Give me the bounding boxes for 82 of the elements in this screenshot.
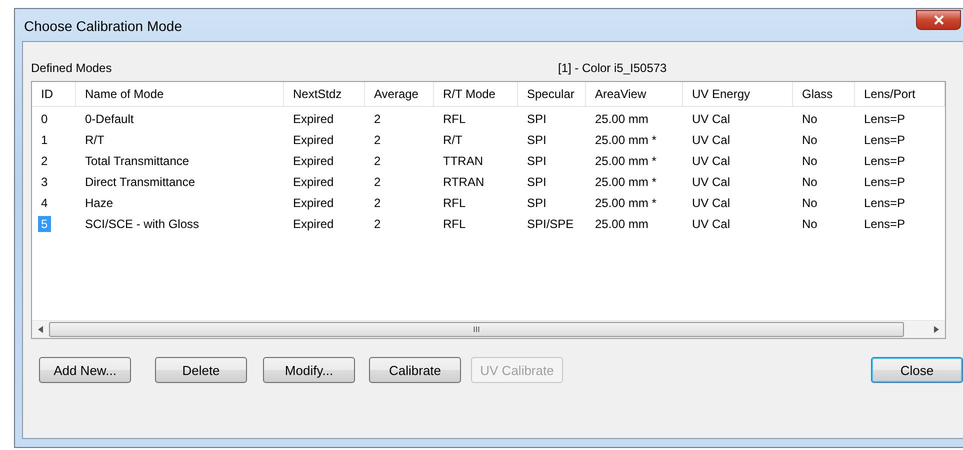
table-cell: UV Cal xyxy=(692,112,730,126)
table-cell: No xyxy=(802,132,818,146)
table-cell: Expired xyxy=(293,154,334,168)
table-cell: 2 xyxy=(374,196,381,210)
dialog-button[interactable]: Close xyxy=(871,357,963,383)
table-cell: 2 xyxy=(374,154,381,168)
group-label: Defined Modes xyxy=(31,61,113,75)
close-icon[interactable] xyxy=(932,15,944,25)
table-cell[interactable]: 0 xyxy=(38,110,51,126)
dialog-button[interactable]: Delete xyxy=(155,357,247,383)
column-header[interactable]: UV Energy xyxy=(683,82,793,107)
table-cell: 0-Default xyxy=(85,112,134,126)
column-header[interactable]: AreaView xyxy=(586,82,683,107)
table-cell: RFL xyxy=(443,216,466,230)
table-cell: UV Cal xyxy=(692,196,730,210)
table-cell: Lens=P xyxy=(864,216,906,230)
table-cell[interactable]: 4 xyxy=(38,194,51,210)
table-cell: 25.00 mm * xyxy=(595,174,656,188)
table-cell: Haze xyxy=(85,196,114,210)
table-cell: 2 xyxy=(374,132,381,146)
column-header[interactable]: Specular xyxy=(518,82,586,107)
table-cell: 25.00 mm * xyxy=(595,132,656,146)
table-cell: No xyxy=(802,112,818,126)
dialog-button[interactable]: Add New... xyxy=(39,357,131,383)
column-header[interactable]: R/T Mode xyxy=(434,82,518,107)
table-cell: No xyxy=(802,174,818,188)
table-cell: SPI/SPE xyxy=(527,216,574,230)
window-title: Choose Calibration Mode xyxy=(23,17,182,34)
table-cell: 25.00 mm * xyxy=(595,196,656,210)
table-cell: UV Cal xyxy=(692,216,730,230)
table-cell: No xyxy=(802,216,818,230)
column-header[interactable]: NextStdz xyxy=(284,82,365,107)
dialog-button[interactable]: Calibrate xyxy=(369,357,461,383)
scroll-right-icon[interactable] xyxy=(934,326,939,333)
close-button[interactable] xyxy=(916,10,961,30)
table-cell: 25.00 mm xyxy=(595,216,648,230)
column-header[interactable]: Name of Mode xyxy=(76,82,284,107)
column-header[interactable]: Lens/Port xyxy=(855,82,945,107)
table-cell: 25.00 mm * xyxy=(595,154,656,168)
table-cell: SCI/SCE - with Gloss xyxy=(85,216,200,230)
table-cell: 2 xyxy=(374,174,381,188)
table-cell: RTRAN xyxy=(443,174,484,188)
scroll-left-icon[interactable] xyxy=(38,326,43,333)
table-cell: 2 xyxy=(374,112,381,126)
instrument-label: [1] - Color i5_I50573 xyxy=(558,61,667,75)
table-cell: R/T xyxy=(443,132,462,146)
dialog-button[interactable]: Modify... xyxy=(263,357,355,383)
table-cell: SPI xyxy=(527,174,546,188)
table-cell: RFL xyxy=(443,196,466,210)
table-cell: UV Cal xyxy=(692,154,730,168)
table-cell: Direct Transmittance xyxy=(85,174,196,188)
table-cell: TTRAN xyxy=(443,154,483,168)
table-cell: UV Cal xyxy=(692,174,730,188)
table-cell: SPI xyxy=(527,132,546,146)
table-cell: R/T xyxy=(85,132,104,146)
table-cell: UV Cal xyxy=(692,132,730,146)
table-cell: RFL xyxy=(443,112,466,126)
table-cell: Lens=P xyxy=(864,154,906,168)
table-cell: Total Transmittance xyxy=(85,154,190,168)
table-cell: Expired xyxy=(293,216,334,230)
scrollbar-thumb[interactable]: III xyxy=(49,322,904,337)
table-cell: No xyxy=(802,154,818,168)
column-header[interactable]: Average xyxy=(365,82,434,107)
table-cell[interactable]: 2 xyxy=(38,152,51,168)
table-cell: Lens=P xyxy=(864,196,906,210)
table-cell: SPI xyxy=(527,112,546,126)
table-cell: SPI xyxy=(527,154,546,168)
table-cell: No xyxy=(802,196,818,210)
table-cell: Expired xyxy=(293,112,334,126)
table-cell: Lens=P xyxy=(864,174,906,188)
table-cell[interactable]: 3 xyxy=(38,174,51,190)
table-cell: Expired xyxy=(293,196,334,210)
table-cell: Expired xyxy=(293,132,334,146)
table-cell: Lens=P xyxy=(864,132,906,146)
column-header[interactable]: Glass xyxy=(793,82,855,107)
table-cell: 25.00 mm xyxy=(595,112,648,126)
table-cell[interactable]: 1 xyxy=(38,132,51,148)
column-header[interactable]: ID xyxy=(32,82,76,107)
table-cell: SPI xyxy=(527,196,546,210)
table-cell: Lens=P xyxy=(864,112,906,126)
table-cell: Expired xyxy=(293,174,334,188)
table-cell: 2 xyxy=(374,216,381,230)
